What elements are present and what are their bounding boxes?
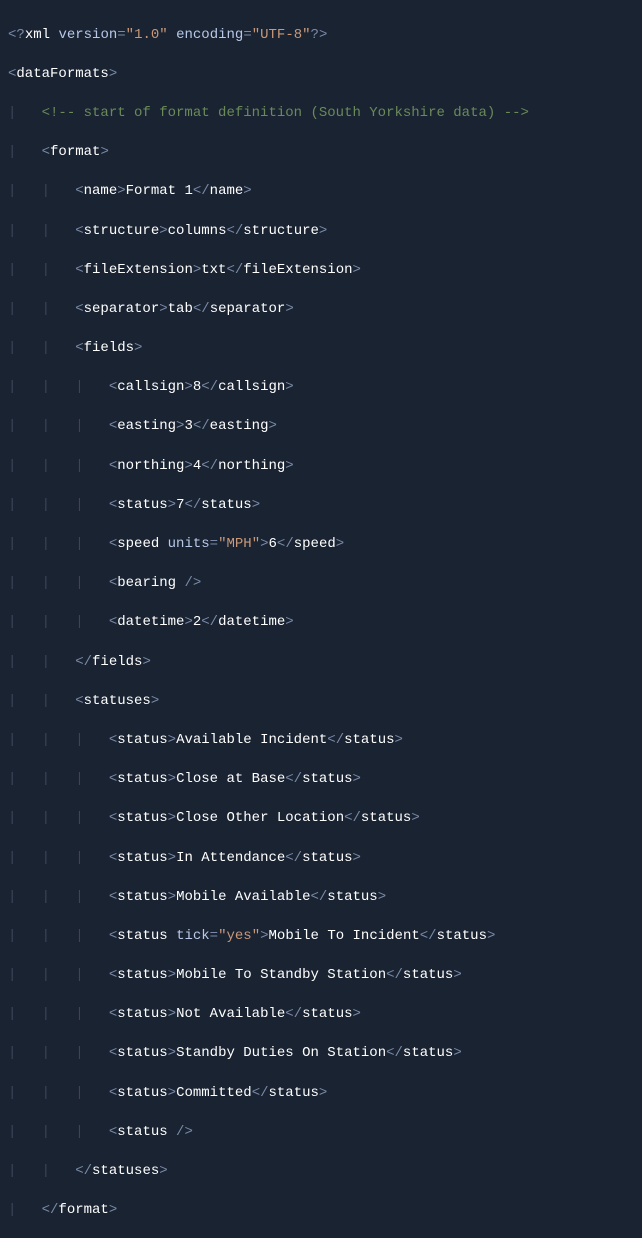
field-datetime: | | | <datetime>2</datetime>	[8, 613, 634, 633]
field-bearing: | | | <bearing />	[8, 574, 634, 594]
root-open: <dataFormats>	[8, 65, 634, 85]
file-extension-element: | | <fileExtension>txt</fileExtension>	[8, 261, 634, 281]
field-easting: | | | <easting>3</easting>	[8, 417, 634, 437]
separator-element: | | <separator>tab</separator>	[8, 300, 634, 320]
format-open: | <format>	[8, 143, 634, 163]
format-close: | </format>	[8, 1201, 634, 1221]
comment-line: | <!-- start of format definition (South…	[8, 104, 634, 124]
field-northing: | | | <northing>4</northing>	[8, 457, 634, 477]
xml-code-block: <?xml version="1.0" encoding="UTF-8"?> <…	[0, 0, 642, 1238]
field-speed: | | | <speed units="MPH">6</speed>	[8, 535, 634, 555]
status-item: | | | <status>Mobile Available</status>	[8, 888, 634, 908]
status-item: | | | <status>In Attendance</status>	[8, 849, 634, 869]
status-item: | | | <status>Standby Duties On Station<…	[8, 1044, 634, 1064]
field-status: | | | <status>7</status>	[8, 496, 634, 516]
status-item: | | | <status>Close at Base</status>	[8, 770, 634, 790]
status-item: | | | <status>Not Available</status>	[8, 1005, 634, 1025]
statuses-open: | | <statuses>	[8, 692, 634, 712]
status-item: | | | <status>Available Incident</status…	[8, 731, 634, 751]
status-item: | | | <status>Committed</status>	[8, 1084, 634, 1104]
status-item-attr: | | | <status tick="yes">Mobile To Incid…	[8, 927, 634, 947]
structure-element: | | <structure>columns</structure>	[8, 222, 634, 242]
status-item: | | | <status>Mobile To Standby Station<…	[8, 966, 634, 986]
xml-declaration: <?xml version="1.0" encoding="UTF-8"?>	[8, 26, 634, 46]
fields-open: | | <fields>	[8, 339, 634, 359]
fields-close: | | </fields>	[8, 653, 634, 673]
status-item-empty: | | | <status />	[8, 1123, 634, 1143]
name-element: | | <name>Format 1</name>	[8, 182, 634, 202]
statuses-close: | | </statuses>	[8, 1162, 634, 1182]
status-item: | | | <status>Close Other Location</stat…	[8, 809, 634, 829]
field-callsign: | | | <callsign>8</callsign>	[8, 378, 634, 398]
